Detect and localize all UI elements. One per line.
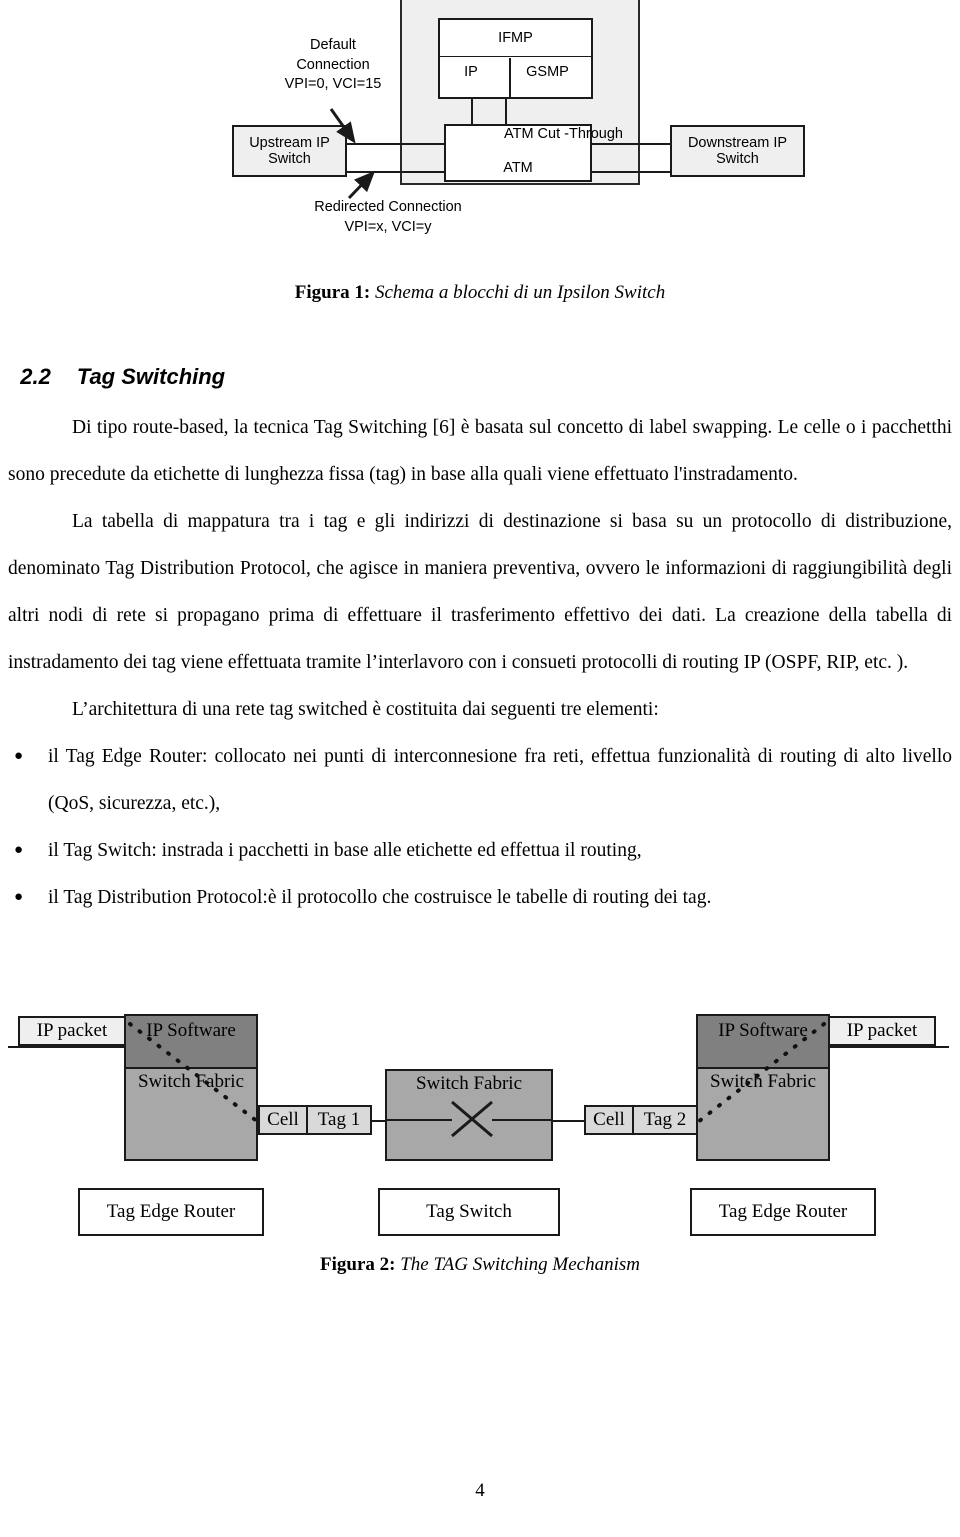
node3-dotted-path [696,1022,826,1124]
node1-name-label: Tag Edge Router [106,1201,236,1222]
cell-tag1-tag-label: Tag 1 [317,1109,361,1130]
bullet-icon: ● [14,889,24,905]
list-item-text: il Tag Distribution Protocol:è il protoc… [48,887,712,908]
figure-1-diagram: ATM ATM Cut -Through IFMP IP GSMP Upstre… [0,0,960,258]
page-number: 4 [475,1480,485,1501]
node2-name-label: Tag Switch [426,1201,512,1222]
node3-name-box: Tag Edge Router [690,1188,876,1236]
figure-2-diagram: IP Software Switch Fabric Switch Fabric … [0,1000,960,1245]
bullet-icon: ● [14,748,24,764]
ip-packet-left-label: IP packet [36,1020,108,1041]
ip-packet-right-box: IP packet [828,1016,936,1046]
ip-packet-left-box: IP packet [18,1016,126,1046]
figure-2-caption-text: The TAG Switching Mechanism [400,1254,640,1275]
figure-2-caption-label: Figura 2: [320,1254,396,1275]
figure-2-caption: Figura 2: The TAG Switching Mechanism [0,1254,960,1276]
redirected-connection-arrow [347,170,376,200]
list-item: ● il Tag Switch: instrada i pacchetti in … [8,827,952,874]
bullet-icon: ● [14,842,24,858]
noop [698,1024,700,1122]
elements-list: ● il Tag Edge Router: collocato nei punti… [8,733,952,921]
default-connection-arrow [329,108,356,144]
ip-packet-right-label: IP packet [846,1020,918,1041]
paragraph-1: Di tipo route-based, la tecnica Tag Swit… [8,417,952,485]
node3-name-label: Tag Edge Router [718,1201,848,1222]
default-connection-annotation: Default Connection VPI=0, VCI=15 [284,37,382,93]
cell-tag2-cell-label: Cell [586,1107,634,1133]
cell-tag1-box: Cell Tag 1 [258,1105,372,1135]
cell-tag2-tag-label: Tag 2 [643,1109,687,1130]
figure-1-caption-text: Schema a blocchi di un Ipsilon Switch [374,282,666,303]
section-number: 2.2 [20,364,51,389]
paragraph-3: L’architettura di una rete tag switched … [72,699,659,720]
list-item-text: il Tag Edge Router: collocato nei punti … [48,746,953,814]
list-item-text: il Tag Switch: instrada i pacchetti in b… [48,840,642,861]
figure-1-caption: Figura 1: Schema a blocchi di un Ipsilon… [0,282,960,304]
section-heading: 2.2 Tag Switching [8,338,225,390]
paragraph-2: La tabella di mappatura tra i tag e gli … [8,511,952,673]
list-item: ● il Tag Edge Router: collocato nei punti… [8,733,952,827]
figure-1-caption-label: Figura 1: [294,282,371,303]
cell-tag2-box: Cell Tag 2 [584,1105,698,1135]
cell-tag1-cell-label: Cell [260,1107,308,1133]
node2-name-box: Tag Switch [378,1188,560,1236]
body-text: Di tipo route-based, la tecnica Tag Swit… [8,404,952,921]
node1-dotted-path [128,1022,260,1124]
section-title: Tag Switching [76,364,226,389]
node1-name-box: Tag Edge Router [78,1188,264,1236]
list-item: ● il Tag Distribution Protocol:è il proto… [8,874,952,921]
redirected-connection-annotation: Redirected Connection VPI=x, VCI=y [314,199,462,235]
